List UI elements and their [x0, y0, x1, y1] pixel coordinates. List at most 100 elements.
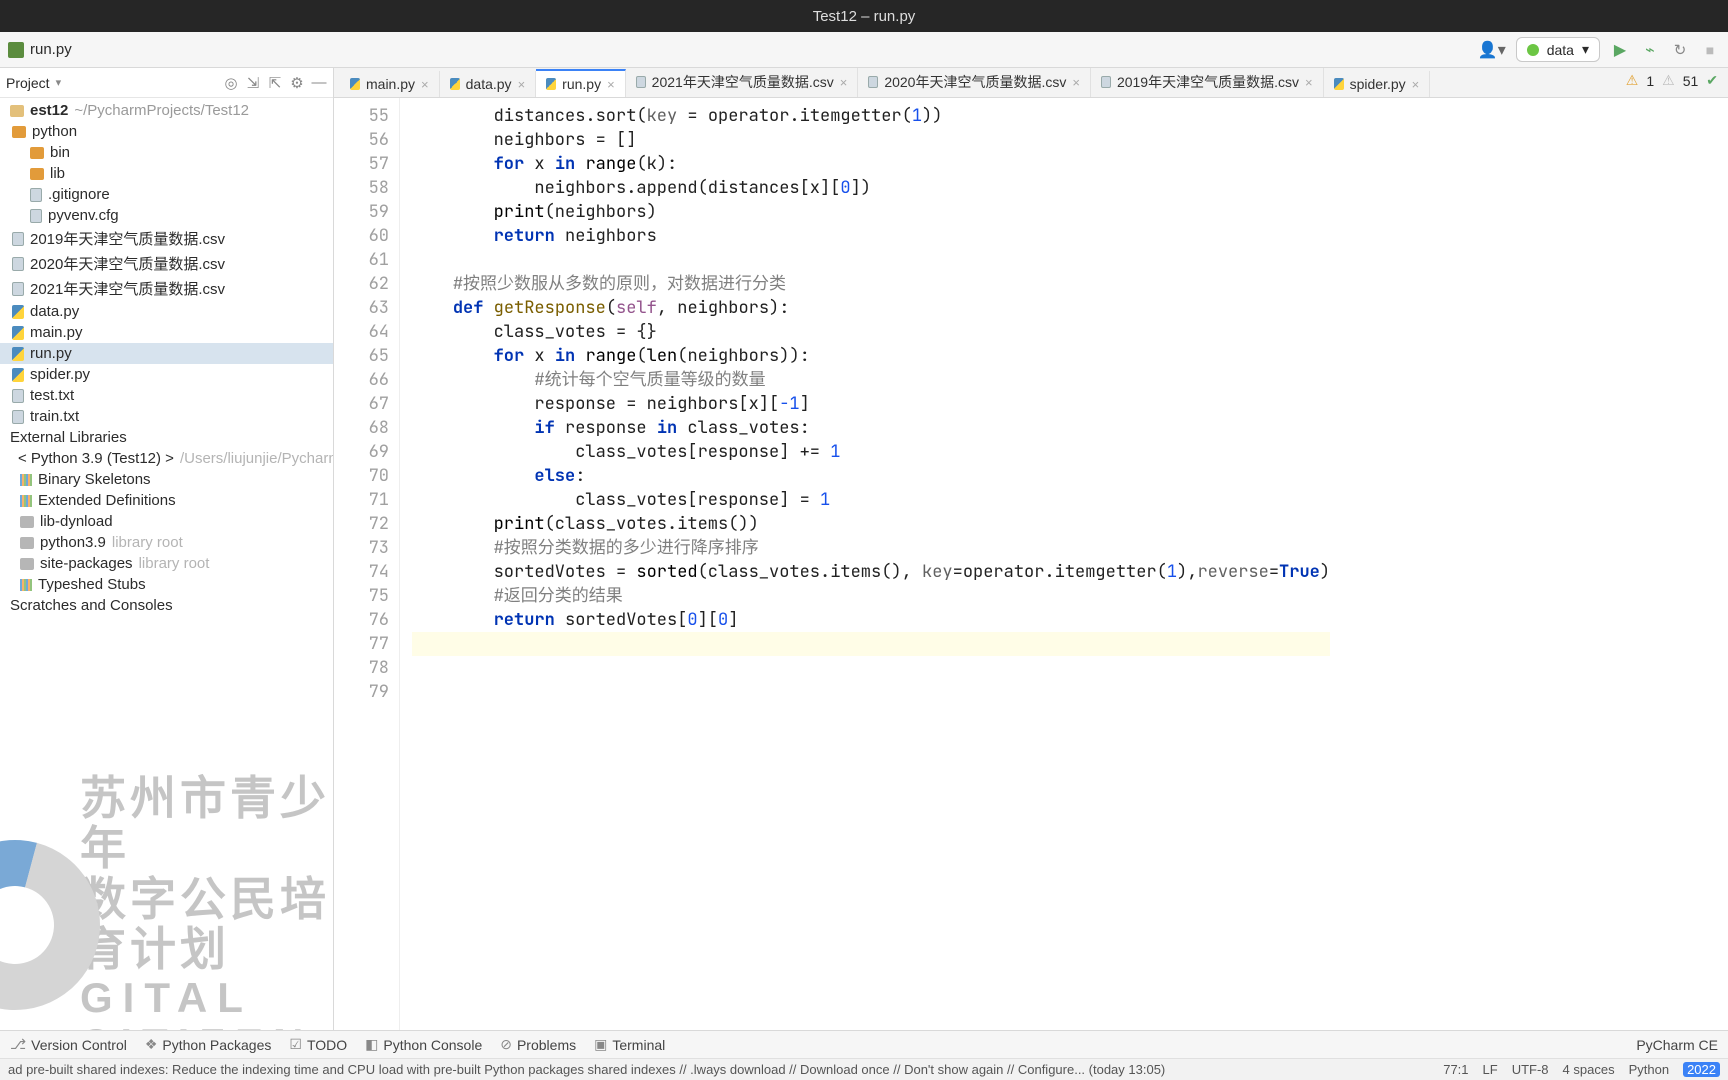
problems-tool[interactable]: ⊘Problems: [500, 1036, 576, 1053]
code-line[interactable]: for x in range(k):: [412, 152, 1330, 176]
project-tree[interactable]: est12 ~/PycharmProjects/Test12 python bi…: [0, 98, 333, 1030]
status-message[interactable]: ad pre-built shared indexes: Reduce the …: [8, 1062, 1439, 1077]
code-line[interactable]: def getResponse(self, neighbors):: [412, 296, 1330, 320]
tree-scratches[interactable]: Scratches and Consoles: [0, 595, 333, 616]
close-icon[interactable]: ×: [1305, 75, 1313, 90]
tree-item[interactable]: 2019年天津空气质量数据.csv: [0, 226, 333, 251]
tree-item[interactable]: 2021年天津空气质量数据.csv: [0, 276, 333, 301]
tree-external-libs[interactable]: External Libraries: [0, 427, 333, 448]
locate-icon[interactable]: ◎: [223, 75, 239, 91]
run-with-coverage-button[interactable]: ↻: [1670, 40, 1690, 60]
code-line[interactable]: sortedVotes = sorted(class_votes.items()…: [412, 560, 1330, 584]
collapse-all-icon[interactable]: ⇱: [267, 75, 283, 91]
code-line[interactable]: #按照少数服从多数的原则，对数据进行分类: [412, 272, 1330, 296]
hide-icon[interactable]: —: [311, 75, 327, 91]
tab-label: run.py: [562, 76, 601, 92]
tree-item[interactable]: pyvenv.cfg: [0, 205, 333, 226]
code-line[interactable]: neighbors = []: [412, 128, 1330, 152]
code-line[interactable]: print(class_votes.items()): [412, 512, 1330, 536]
code-line[interactable]: distances.sort(key = operator.itemgetter…: [412, 104, 1330, 128]
run-button[interactable]: ▶: [1610, 40, 1630, 60]
tree-item[interactable]: Extended Definitions: [0, 490, 333, 511]
tree-item[interactable]: python: [0, 121, 333, 142]
indent-config[interactable]: 4 spaces: [1563, 1062, 1615, 1077]
close-icon[interactable]: ×: [607, 77, 615, 92]
tree-item[interactable]: .gitignore: [0, 184, 333, 205]
code-area[interactable]: distances.sort(key = operator.itemgetter…: [400, 98, 1330, 1030]
expand-all-icon[interactable]: ⇲: [245, 75, 261, 91]
tree-item[interactable]: Binary Skeletons: [0, 469, 333, 490]
code-line[interactable]: for x in range(len(neighbors)):: [412, 344, 1330, 368]
tree-item[interactable]: site-packages library root: [0, 553, 333, 574]
python-packages-tool[interactable]: ❖Python Packages: [145, 1036, 272, 1053]
tree-item[interactable]: < Python 3.9 (Test12) > /Users/liujunjie…: [0, 448, 333, 469]
tree-item[interactable]: main.py: [0, 322, 333, 343]
line-separator[interactable]: LF: [1483, 1062, 1498, 1077]
tree-item[interactable]: bin: [0, 142, 333, 163]
code-editor[interactable]: 5556575859606162636465666768697071727374…: [334, 98, 1728, 1030]
editor-area: main.py×data.py×run.py×2021年天津空气质量数据.csv…: [334, 68, 1728, 1030]
tree-item[interactable]: train.txt: [0, 406, 333, 427]
code-line[interactable]: class_votes[response] += 1: [412, 440, 1330, 464]
chevron-down-icon: ▾: [1582, 41, 1589, 58]
code-line[interactable]: #按照分类数据的多少进行降序排序: [412, 536, 1330, 560]
debug-button[interactable]: ⌁: [1640, 40, 1660, 60]
editor-tab[interactable]: spider.py×: [1324, 71, 1431, 97]
code-line[interactable]: return neighbors: [412, 224, 1330, 248]
code-line[interactable]: print(neighbors): [412, 200, 1330, 224]
line-number: 73: [334, 536, 389, 560]
editor-tab[interactable]: run.py ×: [536, 69, 626, 98]
editor-tab[interactable]: main.py×: [340, 71, 440, 97]
tree-item[interactable]: spider.py: [0, 364, 333, 385]
tree-root[interactable]: est12 ~/PycharmProjects/Test12: [0, 100, 333, 121]
code-line[interactable]: [412, 632, 1330, 656]
caret-position[interactable]: 77:1: [1443, 1062, 1468, 1077]
editor-tab[interactable]: 2021年天津空气质量数据.csv×: [626, 68, 859, 97]
editor-tab[interactable]: 2019年天津空气质量数据.csv×: [1091, 68, 1324, 97]
tree-item[interactable]: Typeshed Stubs: [0, 574, 333, 595]
code-line[interactable]: #统计每个空气质量等级的数量: [412, 368, 1330, 392]
terminal-tool[interactable]: ▣Terminal: [594, 1036, 665, 1053]
python-console-tool[interactable]: ◧Python Console: [365, 1036, 482, 1053]
inspection-summary[interactable]: ⚠1 ⚠51 ✔: [1626, 72, 1718, 89]
todo-tool[interactable]: ☑TODO: [289, 1036, 347, 1053]
code-line[interactable]: return sortedVotes[0][0]: [412, 608, 1330, 632]
code-line[interactable]: if response in class_votes:: [412, 416, 1330, 440]
code-line[interactable]: [412, 656, 1330, 680]
code-line[interactable]: neighbors.append(distances[x][0]): [412, 176, 1330, 200]
code-line[interactable]: class_votes[response] = 1: [412, 488, 1330, 512]
line-number: 69: [334, 440, 389, 464]
tree-item[interactable]: data.py: [0, 301, 333, 322]
breadcrumb-file[interactable]: run.py: [30, 41, 72, 58]
tree-item[interactable]: lib: [0, 163, 333, 184]
project-label[interactable]: Project: [6, 75, 50, 91]
tree-item[interactable]: test.txt: [0, 385, 333, 406]
close-icon[interactable]: ×: [1072, 75, 1080, 90]
code-line[interactable]: class_votes = {}: [412, 320, 1330, 344]
close-icon[interactable]: ×: [1412, 77, 1420, 92]
close-icon[interactable]: ×: [421, 77, 429, 92]
chevron-down-icon[interactable]: ▾: [56, 76, 62, 89]
stop-button[interactable]: ■: [1700, 40, 1720, 60]
run-config-selector[interactable]: data ▾: [1516, 37, 1600, 62]
warning-count: 1: [1646, 73, 1654, 89]
tree-item[interactable]: 2020年天津空气质量数据.csv: [0, 251, 333, 276]
code-line[interactable]: [412, 248, 1330, 272]
code-line[interactable]: else:: [412, 464, 1330, 488]
editor-tab[interactable]: 2020年天津空气质量数据.csv×: [858, 68, 1091, 97]
code-line[interactable]: response = neighbors[x][-1]: [412, 392, 1330, 416]
version-control-tool[interactable]: ⎇Version Control: [10, 1036, 127, 1053]
tree-item[interactable]: lib-dynload: [0, 511, 333, 532]
close-icon[interactable]: ×: [518, 77, 526, 92]
code-line[interactable]: #返回分类的结果: [412, 584, 1330, 608]
close-icon[interactable]: ×: [840, 75, 848, 90]
code-line[interactable]: [412, 680, 1330, 704]
tree-item-selected[interactable]: run.py: [0, 343, 333, 364]
interpreter[interactable]: Python: [1629, 1062, 1669, 1077]
editor-tab[interactable]: data.py×: [440, 71, 537, 97]
file-encoding[interactable]: UTF-8: [1512, 1062, 1549, 1077]
gear-icon[interactable]: ⚙: [289, 75, 305, 91]
folder-icon: [30, 147, 44, 159]
code-with-me-icon[interactable]: 👤▾: [1478, 40, 1506, 60]
tree-item[interactable]: python3.9 library root: [0, 532, 333, 553]
